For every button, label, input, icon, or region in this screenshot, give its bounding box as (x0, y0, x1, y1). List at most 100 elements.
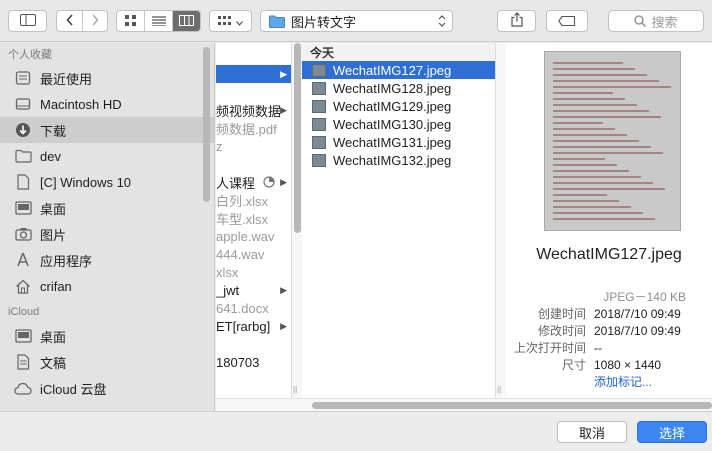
thumbnail-text-line (553, 62, 623, 64)
document-icon (14, 173, 32, 191)
share-icon (510, 12, 523, 30)
file-row[interactable]: WechatIMG130.jpeg (302, 115, 495, 133)
file-row[interactable]: WechatIMG127.jpeg (302, 61, 495, 79)
choose-button[interactable]: 选择 (637, 421, 707, 443)
file-row[interactable]: WechatIMG129.jpeg (302, 97, 495, 115)
preview-metadata: 创建时间 2018/7/10 09:49 修改时间 2018/7/10 09:4… (506, 305, 712, 390)
icon-view-button[interactable] (117, 11, 144, 31)
thumbnail-text-line (553, 152, 663, 154)
folder-icon (269, 15, 285, 28)
cancel-button[interactable]: 取消 (557, 421, 627, 443)
sidebar-item-favorite-8[interactable]: crifan (0, 273, 214, 299)
back-forward-control (56, 10, 108, 32)
search-field[interactable]: 搜索 (608, 10, 704, 32)
column-1-row[interactable]: 641.docx (216, 299, 291, 317)
sidebar-item-label: crifan (40, 278, 72, 294)
arrange-button[interactable] (209, 10, 252, 32)
disclosure-arrow-icon: ▶ (280, 320, 287, 331)
column-view-button[interactable] (171, 11, 200, 31)
file-name: WechatIMG132.jpeg (333, 152, 452, 168)
metadata-key: 尺寸 (561, 358, 586, 372)
sidebar-item-label: dev (40, 148, 61, 164)
column-1-row[interactable]: _jwt ▶ (216, 281, 291, 299)
sidebar-item-favorite-4[interactable]: [C] Windows 10 (0, 169, 214, 195)
sidebar-item-label: 下载 (40, 123, 67, 139)
metadata-row: 创建时间 2018/7/10 09:49 (506, 305, 712, 322)
location-popup[interactable]: 图片转文字 (260, 10, 453, 32)
sidebar-icon (19, 13, 36, 29)
metadata-key: 上次打开时间 (513, 341, 586, 355)
dialog-button-bar: 取消 选择 (0, 411, 712, 451)
list-view-button[interactable] (144, 11, 171, 31)
metadata-key: 创建时间 (537, 307, 586, 321)
thumbnail-text-line (553, 164, 617, 166)
sidebar-toggle-button[interactable] (8, 10, 47, 32)
sidebar-item-label: [C] Windows 10 (40, 174, 132, 190)
chevron-down-icon (236, 14, 243, 29)
location-label: 图片转文字 (291, 14, 357, 30)
column-1-row[interactable]: 180703 (216, 353, 291, 371)
column-1-row[interactable] (216, 83, 291, 101)
column-1-row[interactable]: apple.wav (216, 227, 291, 245)
column-resize-handle[interactable]: || (293, 385, 297, 394)
tags-button[interactable] (546, 10, 588, 32)
sidebar-item-icloud-0[interactable]: 桌面 (0, 323, 214, 349)
image-file-icon (312, 135, 326, 149)
sidebar-item-label: 桌面 (40, 201, 67, 217)
file-row[interactable]: WechatIMG132.jpeg (302, 151, 495, 169)
column-1-row[interactable]: xlsx (216, 263, 291, 281)
date-group-header: 今天 (302, 43, 495, 61)
favorites-header: 个人收藏 (8, 49, 52, 61)
column-1-row[interactable]: 频数据.pdf (216, 119, 291, 137)
horizontal-scrollbar[interactable] (312, 402, 712, 409)
thumbnail-text-line (553, 128, 615, 130)
thumbnail-text-line (553, 146, 651, 148)
image-file-icon (312, 81, 326, 95)
file-row[interactable]: WechatIMG128.jpeg (302, 79, 495, 97)
sidebar-item-favorite-6[interactable]: 图片 (0, 221, 214, 247)
metadata-row: 尺寸 1080 × 1440 (506, 356, 712, 373)
column-1-row[interactable]: 车型.xlsx (216, 209, 291, 227)
column-1-row[interactable]: 频视频数据 ▶ (216, 101, 291, 119)
grid-icon (125, 14, 137, 29)
sidebar-item-label: 应用程序 (40, 253, 93, 269)
column-1-row[interactable]: 人课程 ▶ (216, 173, 291, 191)
file-row[interactable]: WechatIMG131.jpeg (302, 133, 495, 151)
sidebar-item-label: 图片 (40, 227, 67, 243)
sidebar-scrollbar[interactable] (203, 47, 210, 202)
image-thumbnail (544, 51, 681, 231)
column-1-row[interactable]: z (216, 137, 291, 155)
column-1-scrollbar[interactable] (294, 43, 301, 233)
sidebar-item-favorite-3[interactable]: dev (0, 143, 214, 169)
thumbnail-text-line (553, 218, 655, 220)
forward-button[interactable] (82, 11, 107, 31)
sidebar-item-favorite-2[interactable]: 下载 (0, 117, 214, 143)
column-1-row[interactable] (216, 155, 291, 173)
column-2-gutter: || (496, 43, 506, 398)
sidebar-item-favorite-7[interactable]: 应用程序 (0, 247, 214, 273)
column-1-row[interactable]: 444.wav (216, 245, 291, 263)
recents-icon (14, 69, 32, 87)
column-1-row[interactable]: ET[rarbg] ▶ (216, 317, 291, 335)
thumbnail-text-line (553, 98, 625, 100)
share-button[interactable] (497, 10, 536, 32)
sidebar-item-label: iCloud 云盘 (40, 381, 107, 397)
sidebar-item-favorite-5[interactable]: 桌面 (0, 195, 214, 221)
column-1-row[interactable]: 白列.xlsx (216, 191, 291, 209)
metadata-value: 2018/7/10 09:49 (594, 323, 681, 338)
thumbnail-text-line (553, 92, 613, 94)
column-resize-handle[interactable]: || (497, 385, 501, 394)
sidebar-item-icloud-2[interactable]: iCloud 云盘 (0, 375, 214, 401)
sidebar-item-favorite-0[interactable]: 最近使用 (0, 65, 214, 91)
back-button[interactable] (57, 11, 82, 31)
tag-icon (558, 14, 576, 29)
column-1-row[interactable] (216, 335, 291, 353)
add-tags-link[interactable]: 添加标记... (594, 373, 652, 390)
column-1-row[interactable]: ▶ (216, 65, 291, 83)
image-file-icon (312, 153, 326, 167)
sidebar-item-favorite-1[interactable]: Macintosh HD (0, 91, 214, 117)
sidebar-item-icloud-1[interactable]: 文稿 (0, 349, 214, 375)
view-mode-control (116, 10, 201, 32)
thumbnail-text-line (553, 212, 643, 214)
disclosure-arrow-icon: ▶ (280, 176, 287, 187)
